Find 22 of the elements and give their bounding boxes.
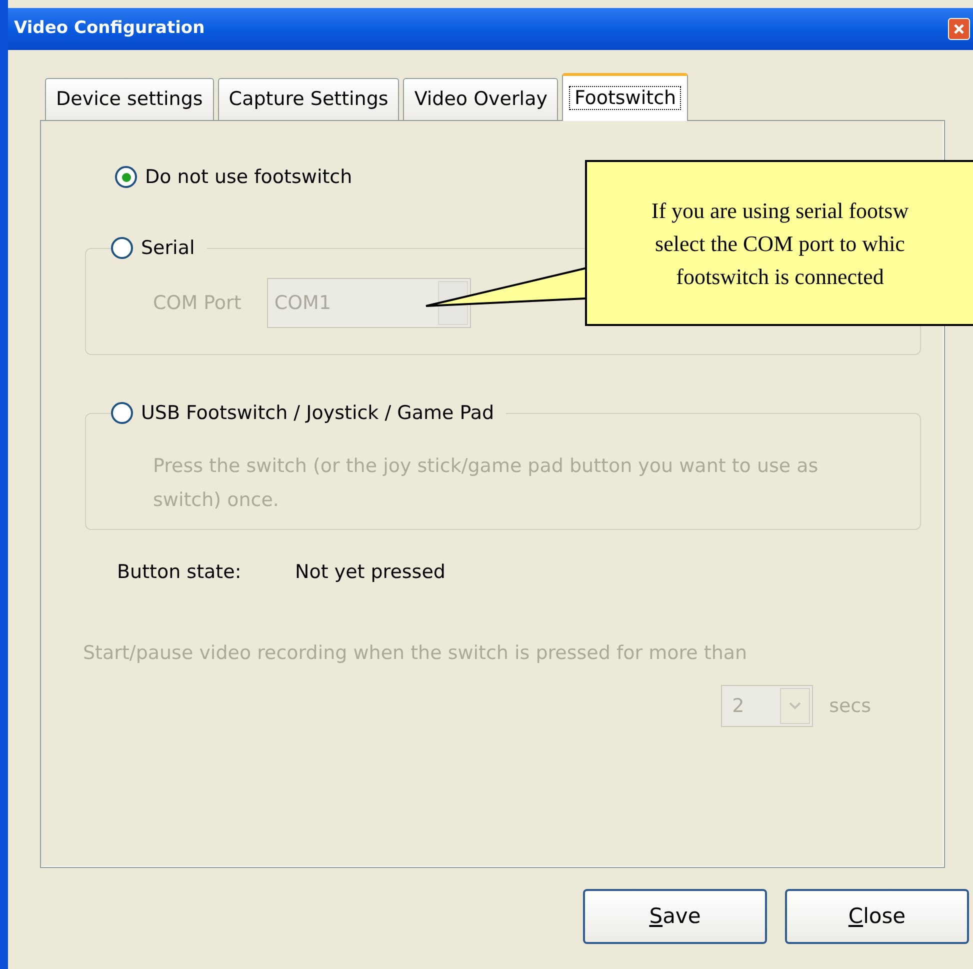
window-title: Video Configuration xyxy=(14,17,205,40)
dialog-button[interactable]: Close xyxy=(785,889,969,944)
field-label: COM Port xyxy=(153,290,242,316)
button-state-value: Not yet pressed xyxy=(295,560,446,585)
tab[interactable]: Capture Settings xyxy=(218,78,400,120)
close-icon xyxy=(953,23,965,35)
seconds-unit: secs xyxy=(829,694,871,719)
instruction-text: Press the switch (or the joy stick/game pad button you want to use as switch) once. xyxy=(153,454,820,513)
tab[interactable]: Footswitch xyxy=(562,73,688,121)
hold-duration-label: Start/pause video recording when the switch is pressed for more than xyxy=(83,640,748,666)
dialog-button[interactable]: Save xyxy=(583,889,767,944)
tab[interactable]: Device settings xyxy=(45,78,214,120)
close-button[interactable] xyxy=(948,18,970,40)
button-state-label: Button state: xyxy=(117,560,242,585)
radio-button[interactable] xyxy=(115,166,137,188)
tab[interactable]: Video Overlay xyxy=(403,78,558,120)
callout-text: If you are using serial footsw xyxy=(651,196,909,225)
radio-label: USB Footswitch / Joystick / Game Pad xyxy=(141,400,494,426)
callout-text: select the COM port to whic xyxy=(655,230,905,258)
radio-label: Do not use footswitch xyxy=(145,165,352,190)
callout-text: footswitch is connected xyxy=(676,262,884,290)
radio-label: Serial xyxy=(141,236,195,261)
